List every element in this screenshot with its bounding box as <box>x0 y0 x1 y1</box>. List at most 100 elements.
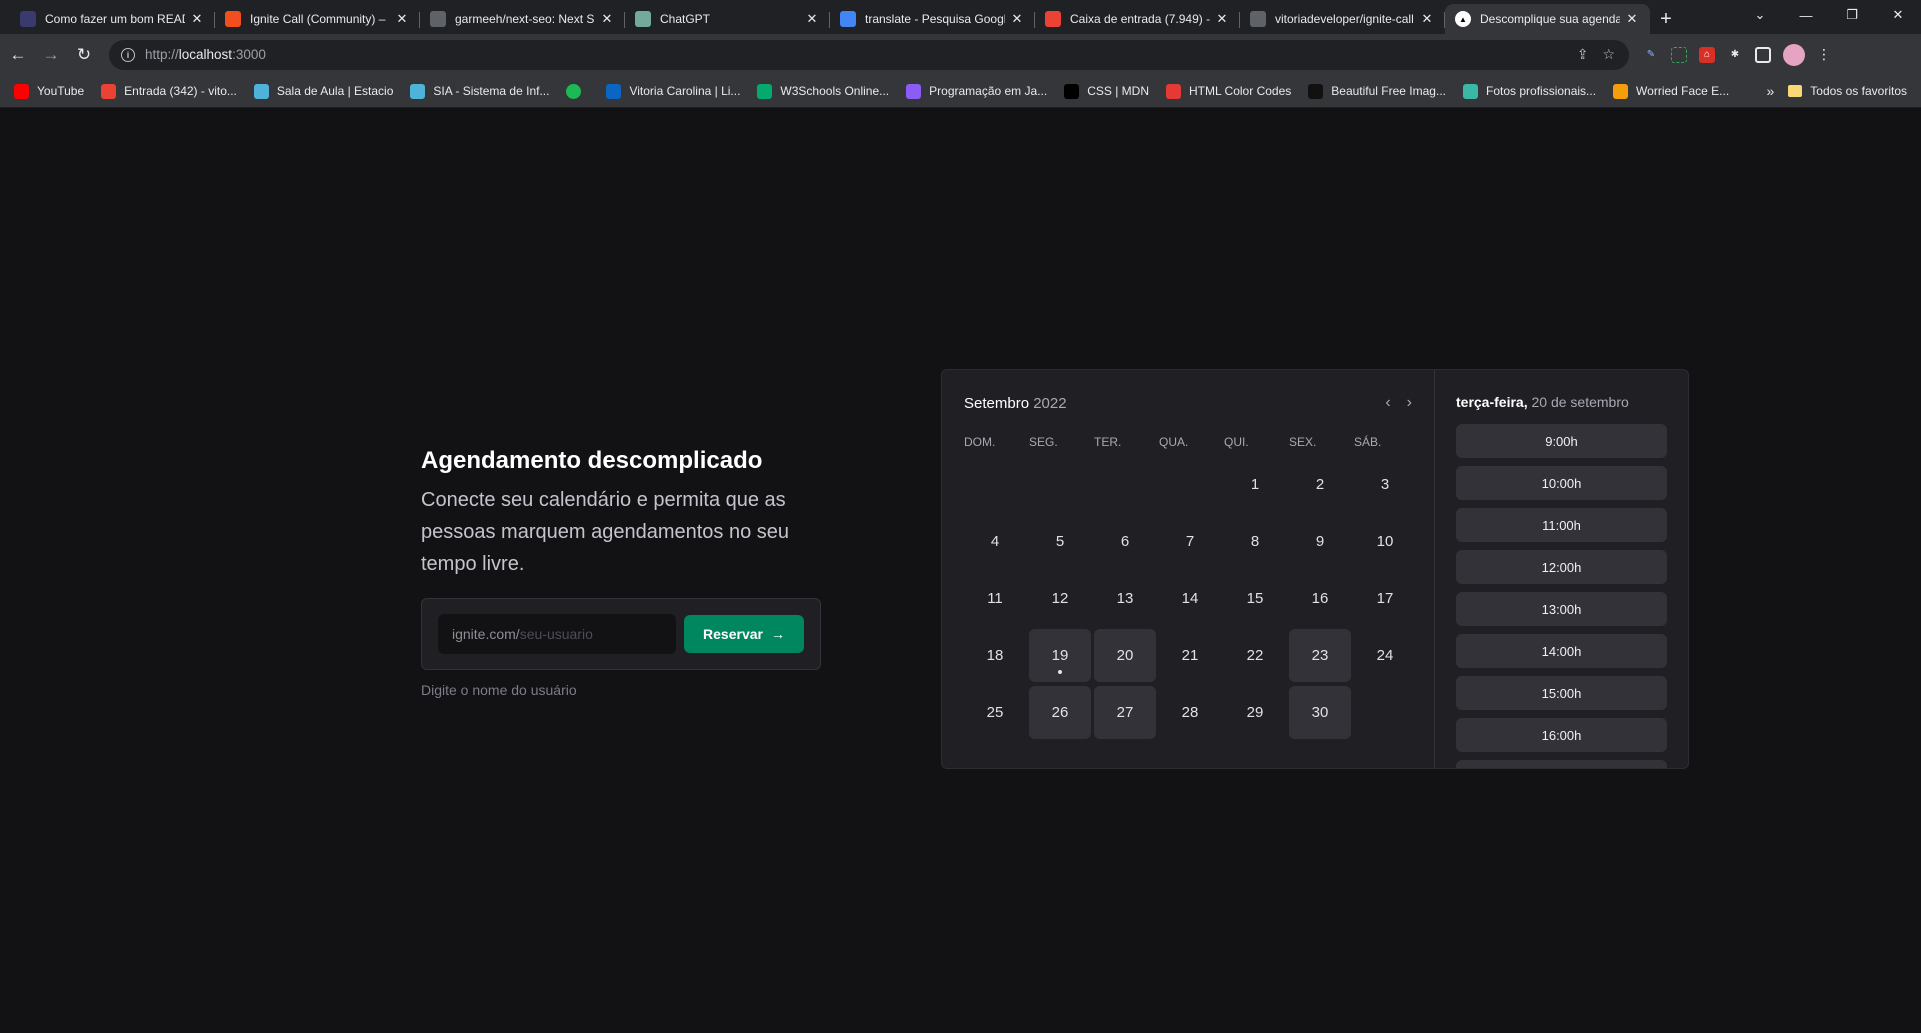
new-tab-button[interactable]: + <box>1650 4 1682 34</box>
bookmark-favicon-icon <box>253 83 269 99</box>
bookmark-item[interactable]: Beautiful Free Imag... <box>1308 83 1446 99</box>
browser-tab[interactable]: garmeeh/next-seo: Next SEO ✕ <box>420 4 625 34</box>
browser-tab-strip: Como fazer um bom README✕Ignite Call (Co… <box>0 0 1921 34</box>
bookmark-item[interactable]: Programação em Ja... <box>906 83 1047 99</box>
bookmark-item[interactable]: SIA - Sistema de Inf... <box>410 83 549 99</box>
time-slot[interactable]: 10:00h <box>1456 466 1667 500</box>
bookmark-favicon-icon <box>1308 83 1324 99</box>
calendar-day: 11 <box>987 590 1003 607</box>
bookmark-item[interactable]: CSS | MDN <box>1064 83 1149 99</box>
calendar-day-available[interactable]: 26 <box>1029 686 1091 739</box>
profile-avatar[interactable] <box>1783 43 1805 66</box>
menu-kebab-icon[interactable]: ⋮ <box>1817 46 1831 63</box>
close-tab-icon[interactable]: ✕ <box>804 11 820 27</box>
bookmark-label: YouTube <box>37 84 85 98</box>
arrow-right-icon: → <box>770 625 785 642</box>
bookmark-item[interactable]: W3Schools Online... <box>757 83 890 99</box>
extension-red-icon[interactable]: ⌂ <box>1699 46 1715 63</box>
calendar-preview: Setembro 2022 ‹ › DOM. SEG. TER. QUA. QUI. SE… <box>941 369 1689 769</box>
share-icon[interactable]: ⇪ <box>1577 46 1589 63</box>
calendar-day-available[interactable]: 27 <box>1094 686 1156 739</box>
hero-title: Agendamento descomplicado <box>421 447 763 474</box>
weekday-header: SÁB. <box>1354 435 1382 449</box>
bookmark-item[interactable]: Sala de Aula | Estacio <box>253 83 394 99</box>
site-info-icon[interactable]: i <box>121 47 135 62</box>
bookmark-item[interactable] <box>566 83 589 99</box>
close-tab-icon[interactable]: ✕ <box>189 11 205 27</box>
forward-button[interactable]: → <box>36 40 66 70</box>
close-tab-icon[interactable]: ✕ <box>1009 11 1025 27</box>
bookmarks-overflow-icon[interactable]: » <box>1766 83 1774 99</box>
close-window-icon[interactable]: ✕ <box>1875 0 1921 30</box>
tab-title: vitoriadeveloper/ignite-call <box>1275 12 1414 26</box>
bookmark-label: W3Schools Online... <box>780 84 890 98</box>
calendar-day-available[interactable]: 23 <box>1289 629 1351 682</box>
bookmark-star-icon[interactable]: ☆ <box>1602 46 1615 63</box>
bookmark-item[interactable]: Fotos profissionais... <box>1463 83 1597 99</box>
tab-title: ChatGPT <box>660 12 711 26</box>
time-slot[interactable]: 12:00h <box>1456 550 1667 584</box>
bookmark-label: Beautiful Free Imag... <box>1331 84 1446 98</box>
bookmark-favicon-icon <box>1064 83 1080 99</box>
calendar-day-available[interactable]: 19 <box>1029 629 1091 682</box>
time-slot[interactable]: 9:00h <box>1456 424 1667 458</box>
browser-tab[interactable]: Caixa de entrada (7.949) - ✕ <box>1035 4 1240 34</box>
username-input[interactable]: ignite.com/seu-usuario <box>438 613 676 654</box>
browser-tab[interactable]: Ignite Call (Community) – ✕ <box>215 4 420 34</box>
close-tab-icon[interactable]: ✕ <box>1624 11 1640 27</box>
calendar-day: 6 <box>1120 533 1130 550</box>
minimize-icon[interactable]: — <box>1783 0 1829 30</box>
eyedropper-icon[interactable]: ✎ <box>1643 47 1659 63</box>
today-indicator <box>1058 670 1062 674</box>
close-tab-icon[interactable]: ✕ <box>394 11 410 27</box>
time-slot[interactable]: 17:00h <box>1456 760 1667 768</box>
back-button[interactable]: ← <box>3 40 33 70</box>
time-slot[interactable]: 13:00h <box>1456 592 1667 626</box>
bookmark-label: HTML Color Codes <box>1189 84 1292 98</box>
close-tab-icon[interactable]: ✕ <box>1214 11 1230 27</box>
time-slot[interactable]: 11:00h <box>1456 508 1667 542</box>
side-panel-icon[interactable] <box>1755 46 1771 63</box>
reserve-button[interactable]: Reservar → <box>684 614 804 653</box>
browser-tab[interactable]: Como fazer um bom README ✕ <box>10 4 215 34</box>
tab-search-icon[interactable]: ⌄ <box>1737 0 1783 30</box>
time-slot[interactable]: 14:00h <box>1456 634 1667 668</box>
close-tab-icon[interactable]: ✕ <box>1419 11 1435 27</box>
bookmark-label: Fotos profissionais... <box>1486 84 1597 98</box>
calendar-year: 2022 <box>1033 394 1067 412</box>
form-hint: Digite o nome do usuário <box>421 681 577 698</box>
time-slot[interactable]: 15:00h <box>1456 676 1667 710</box>
time-slot[interactable]: 16:00h <box>1456 718 1667 752</box>
gmail-icon <box>1045 11 1061 27</box>
browser-tab[interactable]: ChatGPT ✕ <box>625 4 830 34</box>
bookmark-label: Sala de Aula | Estacio <box>276 84 394 98</box>
tab-list: Como fazer um bom README✕Ignite Call (Co… <box>10 4 1650 34</box>
extension-green-icon[interactable] <box>1671 46 1687 63</box>
browser-tab[interactable]: translate - Pesquisa Google ✕ <box>830 4 1035 34</box>
reload-button[interactable]: ↻ <box>69 40 99 70</box>
close-tab-icon[interactable]: ✕ <box>599 11 615 27</box>
bookmark-folder-favorites[interactable]: Todos os favoritos <box>1788 84 1907 98</box>
bookmark-favicon-icon <box>14 83 29 99</box>
browser-tab[interactable]: vitoriadeveloper/ignite-call ✕ <box>1240 4 1445 34</box>
bookmark-item[interactable]: Vitoria Carolina | Li... <box>606 83 740 99</box>
bookmark-item[interactable]: Entrada (342) - vito... <box>101 83 237 99</box>
bookmark-item[interactable]: YouTube <box>14 83 85 99</box>
calendar-day: 7 <box>1185 533 1195 550</box>
restore-icon[interactable]: ❐ <box>1829 0 1875 30</box>
address-bar[interactable]: i http://localhost:3000 ⇪ ☆ <box>109 39 1629 70</box>
time-slot-list: 9:00h 10:00h 11:00h 12:00h 13:00h 14:00h 15:00… <box>1456 424 1667 768</box>
weekday-header: QUA. <box>1159 435 1189 449</box>
bookmark-item[interactable]: HTML Color Codes <box>1166 83 1292 99</box>
browser-tab[interactable]: ▲ Descomplique sua agenda ✕ <box>1445 4 1650 34</box>
chevron-left-icon[interactable]: ‹ <box>1385 394 1390 412</box>
bookmark-list: YouTube Entrada (342) - vito... Sala de Au… <box>14 83 1746 99</box>
calendar-day-available[interactable]: 30 <box>1289 686 1351 739</box>
puzzle-icon[interactable]: ✱ <box>1727 47 1743 63</box>
weekday-header: SEG. <box>1029 435 1058 449</box>
calendar-day-available[interactable]: 20 <box>1094 629 1156 682</box>
chevron-right-icon[interactable]: › <box>1407 394 1412 412</box>
extensions-area: ✎ ⌂ ✱ ⋮ <box>1643 43 1831 66</box>
url-port: :3000 <box>232 47 266 62</box>
bookmark-item[interactable]: Worried Face E... <box>1613 83 1729 99</box>
